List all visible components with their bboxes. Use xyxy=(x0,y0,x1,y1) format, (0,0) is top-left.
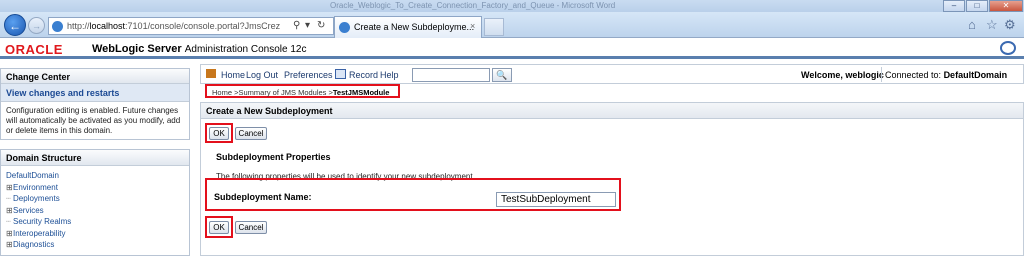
breadcrumb: Home >Summary of JMS Modules >TestJMSMod… xyxy=(205,84,400,98)
record-icon[interactable] xyxy=(335,69,346,79)
subdeployment-name-label: Subdeployment Name: xyxy=(214,192,312,202)
tree-item-services[interactable]: ⊞Services xyxy=(6,205,184,217)
window-title: Oracle_Weblogic_To_Create_Connection_Fac… xyxy=(330,1,616,10)
home-icon[interactable]: ⌂ xyxy=(968,17,976,32)
refresh-icon[interactable]: ↻ xyxy=(317,20,325,31)
window-titlebar: Oracle_Weblogic_To_Create_Connection_Fac… xyxy=(0,0,1024,12)
subdeployment-name-row: Subdeployment Name: TestSubDeployment xyxy=(205,178,621,211)
tree-root-defaultdomain[interactable]: DefaultDomain xyxy=(6,170,184,182)
section-title: Subdeployment Properties xyxy=(216,152,331,162)
search-input[interactable] xyxy=(412,68,490,82)
ok-button-top[interactable]: OK xyxy=(209,127,229,140)
tree-item-environment[interactable]: ⊞Environment xyxy=(6,182,184,194)
tree-item-interoperability[interactable]: ⊞Interoperability xyxy=(6,228,184,240)
expand-icon[interactable]: ⊞ xyxy=(6,205,13,217)
change-center-title: Change Center xyxy=(1,69,189,84)
search-icon[interactable]: ⚲ xyxy=(293,20,300,31)
change-center-panel: Change Center View changes and restarts … xyxy=(0,68,190,140)
tree-connector: ┄ xyxy=(6,194,11,203)
cancel-button-bottom[interactable]: Cancel xyxy=(235,221,267,234)
welcome-text: Welcome, weblogic xyxy=(801,70,884,80)
breadcrumb-summary[interactable]: Summary of JMS Modules xyxy=(238,88,326,97)
change-center-text: Configuration editing is enabled. Future… xyxy=(6,106,181,135)
browser-navbar: ← → http://localhost:7101/console/consol… xyxy=(0,12,1024,38)
favorites-star-icon[interactable]: ☆ xyxy=(986,17,998,33)
tab-favicon-icon xyxy=(339,22,350,33)
connected-to: Connected to: DefaultDomain xyxy=(885,70,1008,80)
address-bar[interactable]: http://localhost:7101/console/console.po… xyxy=(48,17,334,35)
cancel-button-top[interactable]: Cancel xyxy=(235,127,267,140)
browser-tab-active[interactable]: Create a New Subdeployme... × xyxy=(334,16,482,38)
back-arrow-icon[interactable]: ← xyxy=(4,14,26,36)
record-link[interactable]: Record xyxy=(349,70,378,80)
tree-item-security-realms[interactable]: ┄ Security Realms xyxy=(6,216,184,228)
tab-close-icon[interactable]: × xyxy=(470,21,475,31)
new-tab-button[interactable] xyxy=(484,18,504,36)
restore-button[interactable]: □ xyxy=(966,0,988,12)
tree-item-deployments[interactable]: ┄ Deployments xyxy=(6,193,184,205)
console-toolbar: Home Log Out Preferences Record Help 🔍 W… xyxy=(200,64,1024,84)
logout-link[interactable]: Log Out xyxy=(246,70,278,80)
tree-item-diagnostics[interactable]: ⊞Diagnostics xyxy=(6,239,184,251)
close-window-button[interactable]: ✕ xyxy=(989,0,1023,12)
oracle-logo: ORACLE xyxy=(5,42,63,57)
forward-arrow-icon[interactable]: → xyxy=(28,17,45,34)
help-icon[interactable] xyxy=(1000,41,1016,55)
preferences-link[interactable]: Preferences xyxy=(284,70,333,80)
tab-label: Create a New Subdeployme... xyxy=(354,22,475,32)
search-button[interactable]: 🔍 xyxy=(492,68,512,82)
product-title: WebLogic Server Administration Console 1… xyxy=(92,43,307,55)
help-link[interactable]: Help xyxy=(380,70,399,80)
expand-icon[interactable]: ⊞ xyxy=(6,228,13,240)
address-url: http://localhost:7101/console/console.po… xyxy=(67,21,281,31)
breadcrumb-home[interactable]: Home xyxy=(212,88,232,97)
minimize-button[interactable]: – xyxy=(943,0,965,12)
domain-structure-panel: Domain Structure DefaultDomain ⊞Environm… xyxy=(0,149,190,256)
gear-icon[interactable]: ⚙ xyxy=(1004,17,1016,33)
domain-structure-title: Domain Structure xyxy=(1,150,189,166)
breadcrumb-current: TestJMSModule xyxy=(332,88,390,97)
expand-icon[interactable]: ⊞ xyxy=(6,182,13,194)
subdeployment-name-input[interactable]: TestSubDeployment xyxy=(496,192,616,207)
toolbar-divider xyxy=(881,67,882,82)
home-link[interactable]: Home xyxy=(221,70,245,80)
console-header: ORACLE WebLogic Server Administration Co… xyxy=(0,39,1024,59)
ok-button-bottom[interactable]: OK xyxy=(209,221,229,234)
dropdown-icon[interactable]: ▾ xyxy=(305,20,310,31)
domain-tree: DefaultDomain ⊞Environment ┄ Deployments … xyxy=(1,166,189,255)
home-icon[interactable] xyxy=(206,69,216,78)
tree-connector: ┄ xyxy=(6,217,11,226)
page-title: Create a New Subdeployment xyxy=(201,103,1023,119)
view-changes-link[interactable]: View changes and restarts xyxy=(1,84,189,102)
expand-icon[interactable]: ⊞ xyxy=(6,239,13,251)
ie-favicon-icon xyxy=(52,21,63,32)
